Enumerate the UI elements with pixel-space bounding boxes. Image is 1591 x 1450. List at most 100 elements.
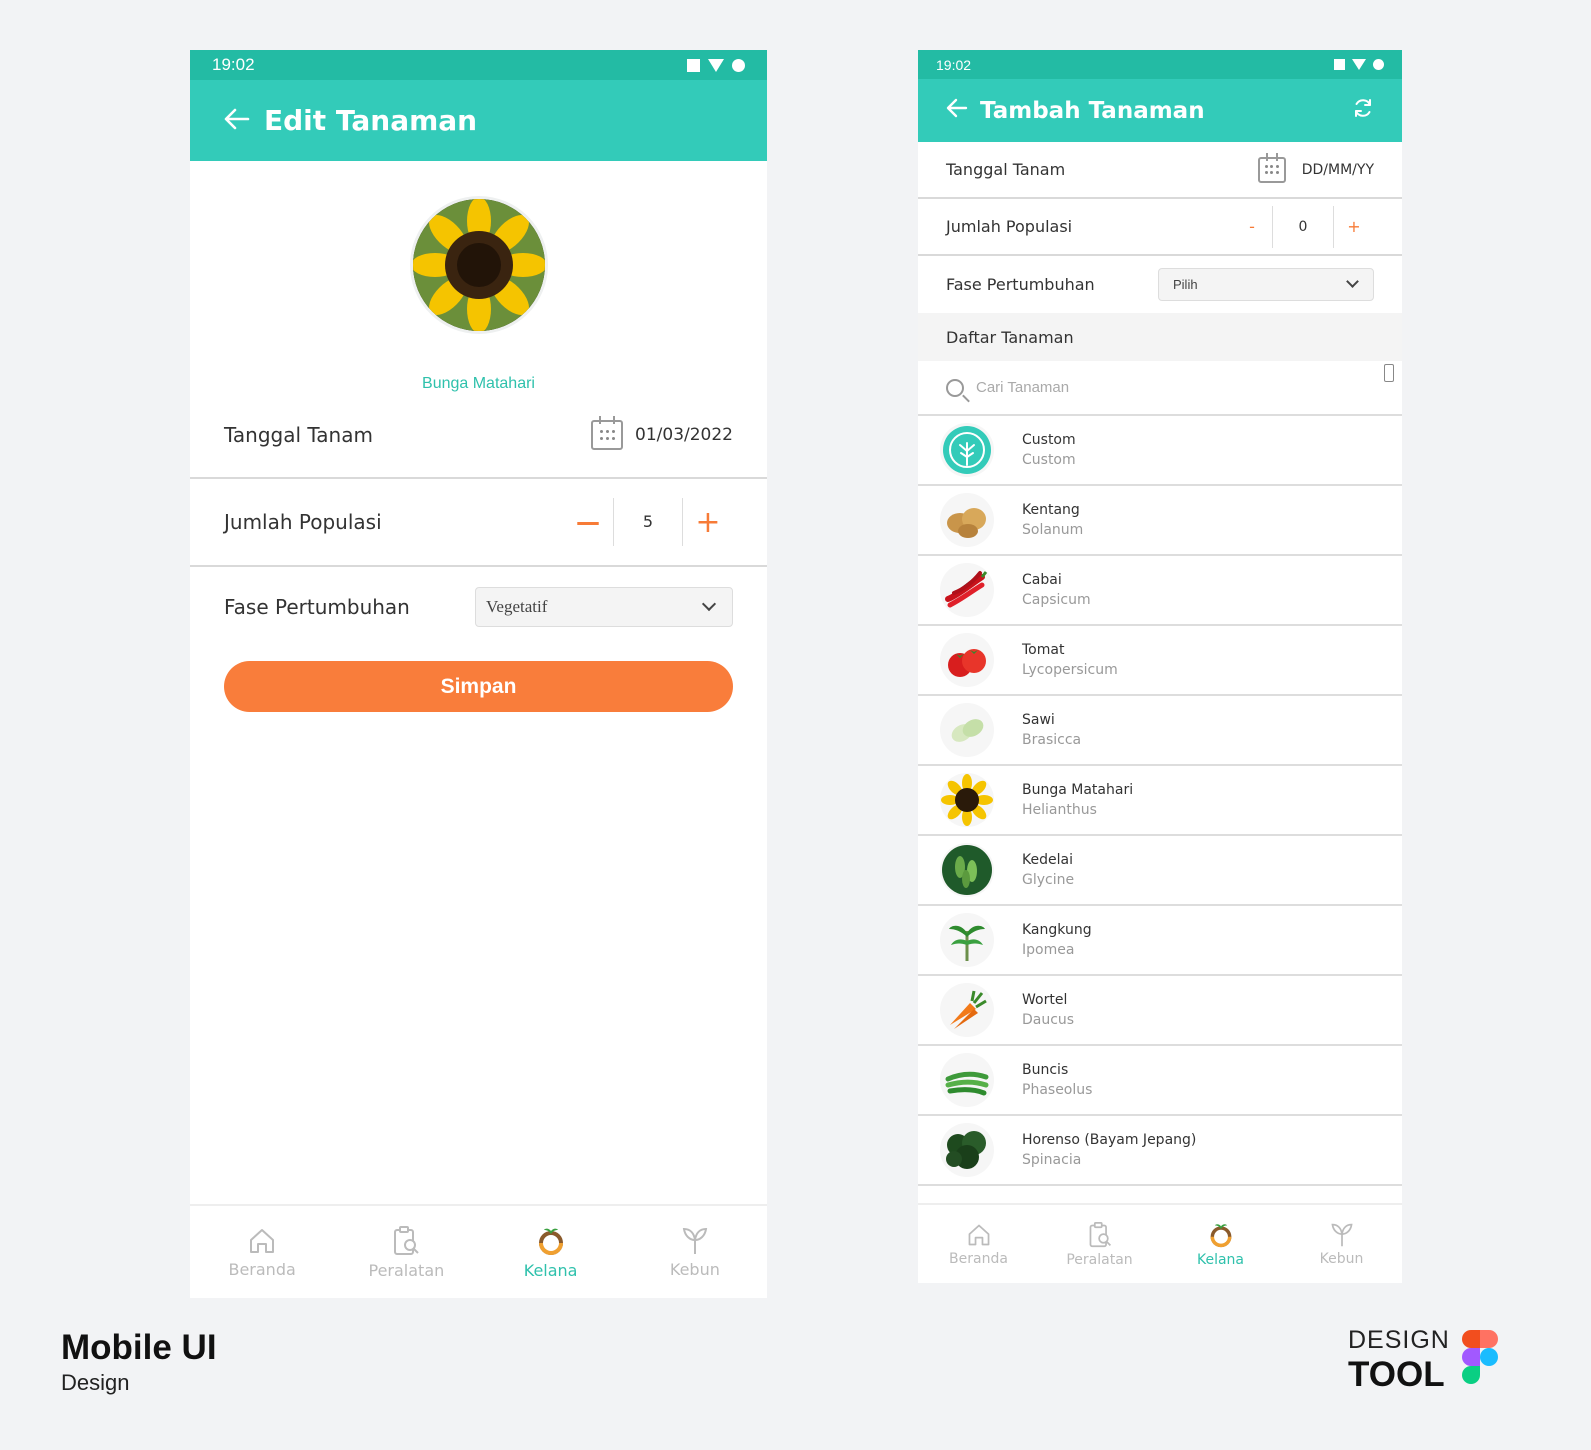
- planting-date-label: Tanggal Tanam: [946, 160, 1066, 179]
- plant-item-latin: Brasicca: [1022, 732, 1082, 748]
- back-arrow-icon[interactable]: [224, 104, 250, 137]
- plant-list-item[interactable]: Wortel Daucus: [918, 976, 1402, 1046]
- save-button[interactable]: Simpan: [224, 661, 733, 712]
- plant-list-item[interactable]: Tomat Lycopersicum: [918, 626, 1402, 696]
- plant-list-item[interactable]: Kangkung Ipomea: [918, 906, 1402, 976]
- nav-kelana[interactable]: Kelana: [1160, 1205, 1281, 1283]
- back-arrow-icon[interactable]: [946, 98, 968, 124]
- status-time: 19:02: [212, 55, 255, 74]
- plant-item-latin: Lycopersicum: [1022, 662, 1118, 678]
- planting-date-row[interactable]: Tanggal Tanam DD/MM/YY: [918, 142, 1402, 199]
- plant-list-item[interactable]: Kentang Solanum: [918, 486, 1402, 556]
- home-icon: [250, 1228, 275, 1253]
- nav-kebun[interactable]: Kebun: [623, 1206, 767, 1298]
- plant-item-latin: Daucus: [1022, 1012, 1075, 1028]
- app-bar: Tambah Tanaman: [918, 79, 1402, 142]
- nav-beranda-label: Beranda: [228, 1259, 296, 1279]
- mustard-greens-icon: [940, 703, 994, 757]
- plant-photo[interactable]: [412, 199, 545, 331]
- planting-date-row[interactable]: Tanggal Tanam 01/03/2022: [190, 393, 767, 479]
- leaf-sprout-icon: [1330, 1223, 1353, 1246]
- nav-beranda[interactable]: Beranda: [190, 1206, 334, 1298]
- branding-subtitle: Design: [61, 1370, 130, 1395]
- nav-kebun-label: Kebun: [669, 1259, 720, 1279]
- calendar-icon[interactable]: [1257, 152, 1286, 183]
- population-row: Jumlah Populasi — 5 +: [190, 479, 767, 567]
- plant-list-item[interactable]: Sawi Brasicca: [918, 696, 1402, 766]
- decrement-button[interactable]: —: [563, 508, 613, 536]
- chili-icon: [940, 563, 994, 617]
- plant-item-latin: Phaseolus: [1022, 1082, 1093, 1098]
- nav-kelana[interactable]: Kelana: [479, 1206, 623, 1298]
- nav-beranda[interactable]: Beranda: [918, 1205, 1039, 1283]
- planting-date-label: Tanggal Tanam: [224, 423, 373, 447]
- search-placeholder: Cari Tanaman: [976, 379, 1070, 396]
- bottom-nav: Beranda Peralatan Kelana Kebun: [918, 1203, 1402, 1283]
- population-value[interactable]: 5: [613, 498, 683, 546]
- population-value[interactable]: 0: [1272, 205, 1334, 248]
- decrement-button[interactable]: -: [1232, 217, 1272, 236]
- green-bean-icon: [940, 1053, 994, 1107]
- plant-item-latin: Solanum: [1022, 522, 1084, 538]
- plant-list-item[interactable]: Horenso (Bayam Jepang) Spinacia: [918, 1116, 1402, 1186]
- plant-item-name: Bunga Matahari: [1022, 782, 1134, 798]
- growth-phase-select[interactable]: Pilih: [1158, 268, 1374, 301]
- kelana-pot-icon: [538, 1228, 563, 1255]
- scroll-indicator-icon[interactable]: [1384, 364, 1394, 382]
- planting-date-input[interactable]: DD/MM/YY: [1302, 162, 1374, 178]
- population-label: Jumlah Populasi: [224, 510, 382, 534]
- home-icon: [968, 1224, 989, 1245]
- plant-item-name: Custom: [1022, 432, 1076, 448]
- search-input[interactable]: Cari Tanaman: [918, 361, 1402, 416]
- status-bar: 19:02: [190, 50, 767, 80]
- growth-phase-select[interactable]: Vegetatif: [475, 587, 733, 627]
- page-title: Tambah Tanaman: [980, 97, 1205, 124]
- notification-square-icon: [687, 58, 700, 72]
- increment-button[interactable]: +: [683, 505, 733, 540]
- branding-right: DESIGN TOOL: [1348, 1326, 1498, 1395]
- nav-kebun[interactable]: Kebun: [1281, 1205, 1402, 1283]
- nav-kelana-label: Kelana: [523, 1260, 578, 1280]
- plant-item-name: Horenso (Bayam Jepang): [1022, 1132, 1197, 1148]
- kelana-pot-icon: [1210, 1223, 1231, 1247]
- water-spinach-icon: [940, 913, 994, 967]
- chevron-down-icon: [701, 596, 717, 612]
- battery-icon: [732, 58, 745, 72]
- edit-plant-screen: 19:02 Edit Tanaman Bunga Matahari Tangga…: [190, 50, 767, 1298]
- plant-list-item[interactable]: Buncis Phaseolus: [918, 1046, 1402, 1116]
- add-plant-screen: 19:02 Tambah Tanaman Tanggal Tanam DD/MM…: [918, 50, 1402, 1283]
- tool-label-top: DESIGN: [1348, 1326, 1450, 1354]
- plant-item-name: Cabai: [1022, 572, 1062, 588]
- plant-list-item[interactable]: Bunga Matahari Helianthus: [918, 766, 1402, 836]
- plant-item-name: Wortel: [1022, 992, 1068, 1008]
- plant-list-item[interactable]: Cabai Capsicum: [918, 556, 1402, 626]
- tool-label-bottom: TOOL: [1348, 1355, 1445, 1394]
- nav-peralatan-label: Peralatan: [1066, 1251, 1133, 1268]
- refresh-icon[interactable]: [1352, 97, 1374, 125]
- population-label: Jumlah Populasi: [946, 217, 1073, 236]
- clipboard-tools-icon: [394, 1225, 420, 1255]
- increment-button[interactable]: +: [1334, 217, 1374, 236]
- nav-peralatan[interactable]: Peralatan: [334, 1206, 478, 1298]
- nav-peralatan[interactable]: Peralatan: [1039, 1205, 1160, 1283]
- spinach-icon: [940, 1123, 994, 1177]
- plant-item-latin: Capsicum: [1022, 592, 1091, 608]
- wifi-icon: [708, 58, 724, 72]
- status-time: 19:02: [936, 56, 972, 73]
- plant-item-latin: Helianthus: [1022, 802, 1097, 818]
- nav-kebun-label: Kebun: [1319, 1250, 1364, 1267]
- potato-icon: [940, 493, 994, 547]
- growth-phase-row: Fase Pertumbuhan Vegetatif: [190, 567, 767, 647]
- plant-item-latin: Glycine: [1022, 872, 1075, 888]
- branding-left: Mobile UI Design: [61, 1328, 217, 1396]
- plant-list-item[interactable]: Custom Custom: [918, 416, 1402, 486]
- plant-list[interactable]: Custom Custom Kentang Solanum Cabai Capsicum T…: [918, 416, 1402, 1186]
- nav-kelana-label: Kelana: [1196, 1251, 1245, 1268]
- calendar-icon[interactable]: [591, 416, 624, 450]
- plant-list-item[interactable]: Kedelai Glycine: [918, 836, 1402, 906]
- growth-phase-value: Vegetatif: [486, 597, 548, 616]
- planting-date-value[interactable]: 01/03/2022: [635, 425, 733, 445]
- app-bar: Edit Tanaman: [190, 80, 767, 161]
- plant-item-name: Tomat: [1022, 642, 1065, 658]
- plant-item-latin: Spinacia: [1022, 1152, 1082, 1168]
